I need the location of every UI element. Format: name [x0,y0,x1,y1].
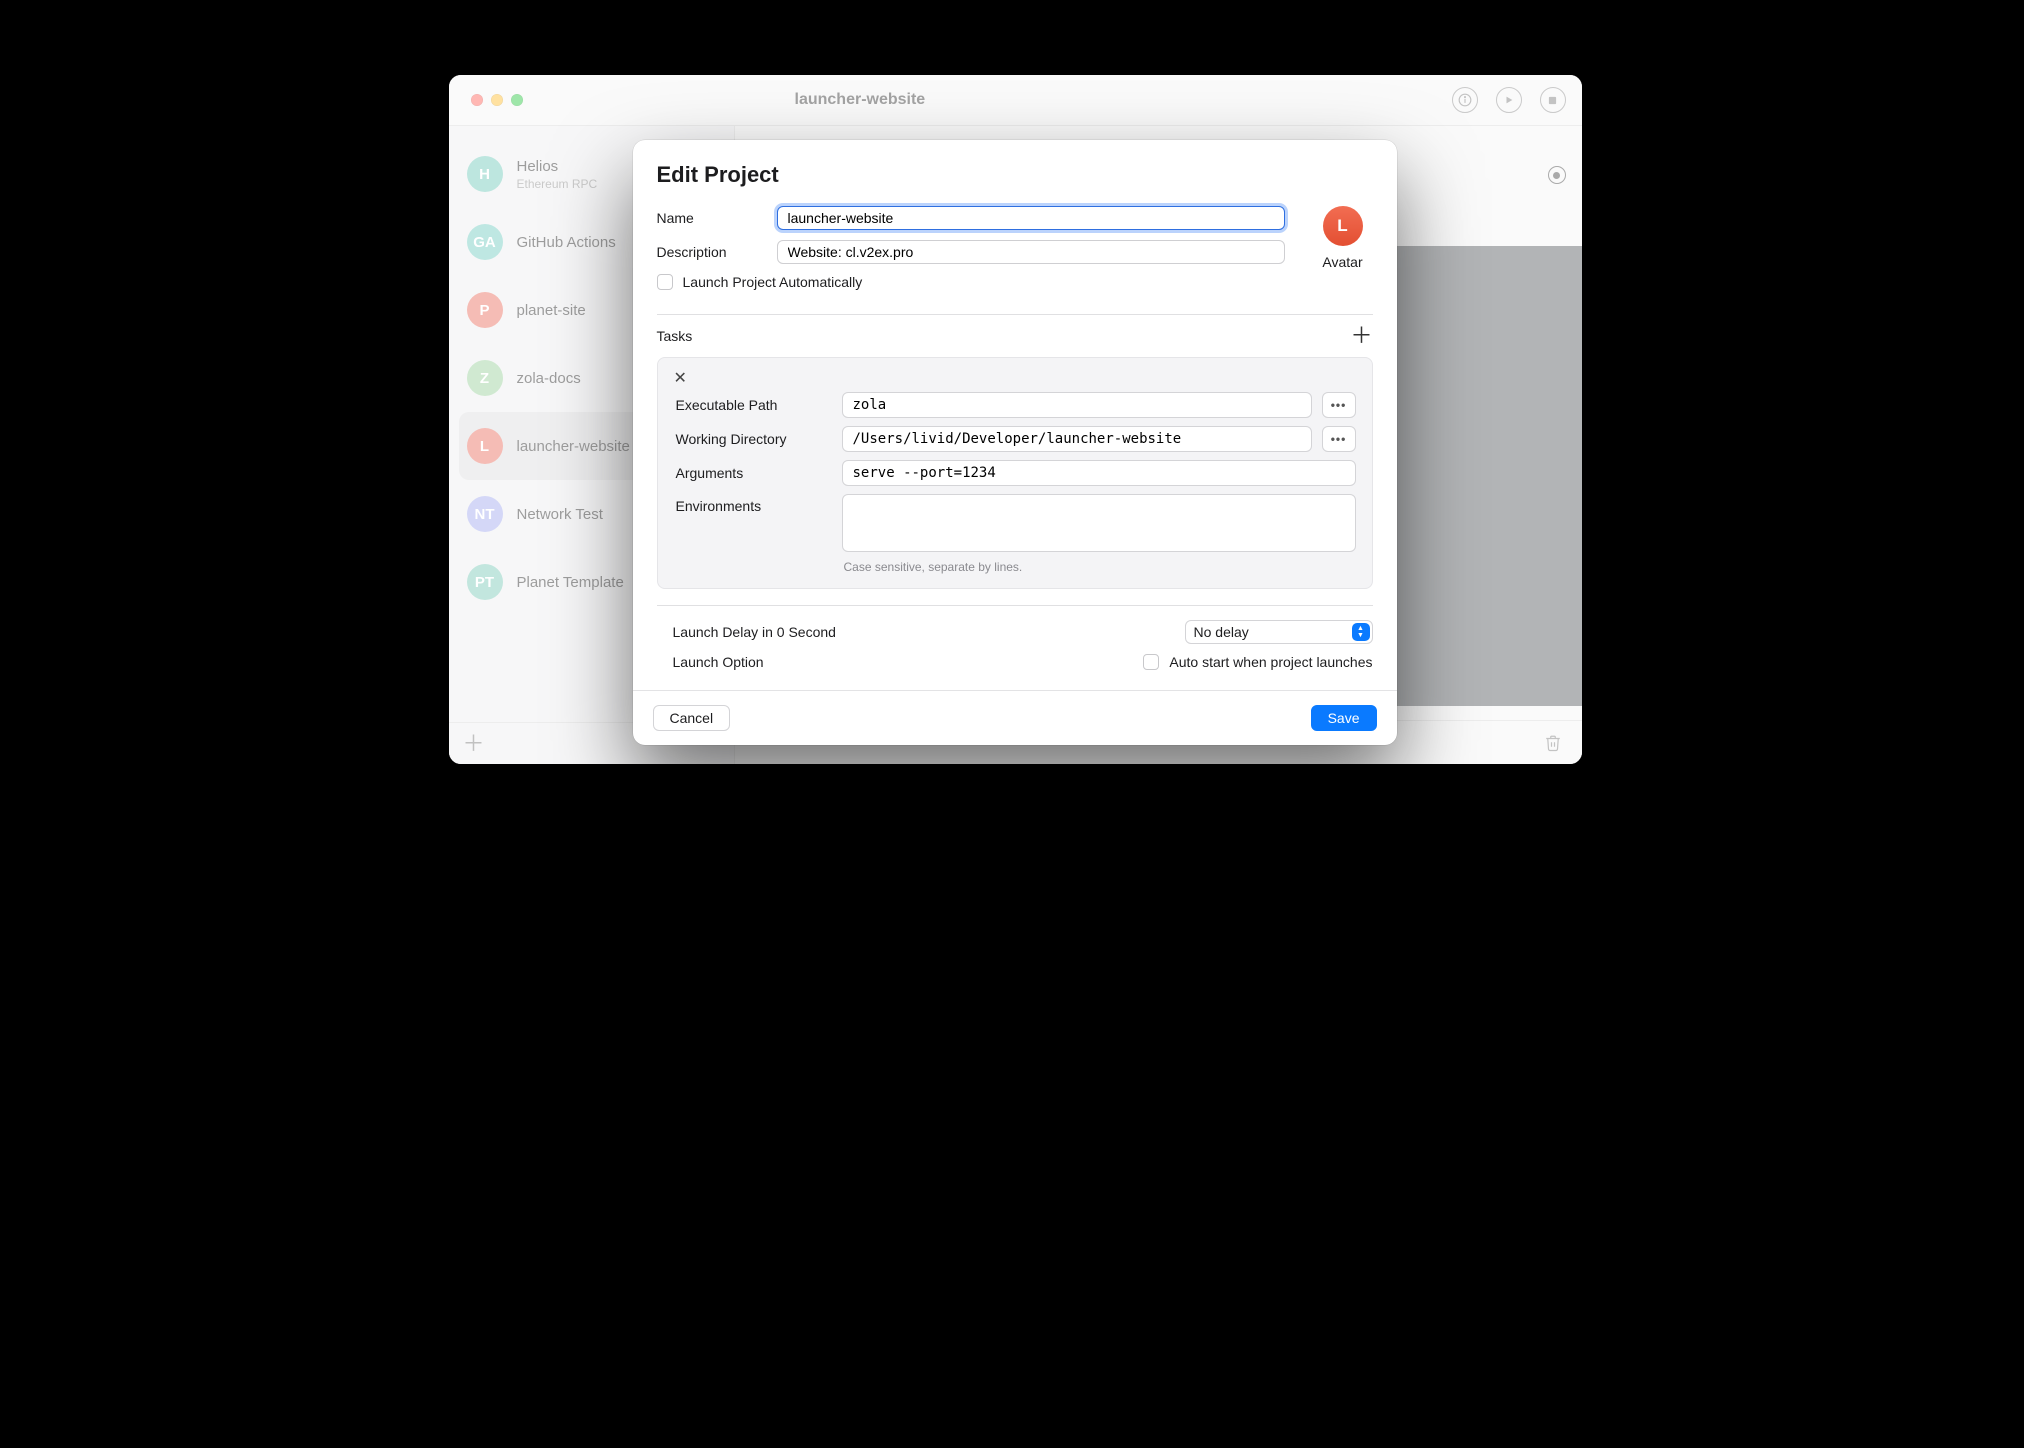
description-input[interactable] [777,240,1285,264]
running-status-icon [1548,166,1566,184]
arguments-label: Arguments [674,465,832,481]
save-button[interactable]: Save [1311,705,1377,731]
project-avatar: NT [467,496,503,532]
environments-hint: Case sensitive, separate by lines. [844,560,1356,574]
play-icon[interactable] [1496,87,1522,113]
project-avatar: L [467,428,503,464]
launch-option-label: Launch Option [673,654,764,670]
name-input[interactable] [777,206,1285,230]
avatar[interactable]: L [1323,206,1363,246]
remove-task-icon[interactable]: ✕ [674,368,687,388]
window-title: launcher-website [795,91,926,109]
autostart-label: Auto start when project launches [1169,654,1372,670]
trash-icon[interactable] [1544,733,1562,753]
project-avatar: H [467,156,503,192]
launch-delay-select[interactable]: No delay ▲▼ [1185,620,1373,644]
project-name: Planet Template [517,574,624,591]
project-avatar: PT [467,564,503,600]
auto-launch-checkbox[interactable] [657,274,673,290]
auto-launch-label: Launch Project Automatically [683,274,863,290]
edit-project-modal: Edit Project Name Description Launch Pro… [633,140,1397,745]
stop-hollow-icon[interactable] [1540,87,1566,113]
project-name: Network Test [517,506,603,523]
project-name: planet-site [517,302,586,319]
executable-path-input[interactable] [842,392,1312,418]
project-avatar: P [467,292,503,328]
project-avatar: GA [467,224,503,260]
window-zoom-icon[interactable] [511,94,523,106]
launch-delay-label: Launch Delay in 0 Second [673,624,836,640]
project-name: launcher-website [517,438,630,455]
traffic-lights [471,94,523,106]
window-close-icon[interactable] [471,94,483,106]
environments-label: Environments [674,494,832,514]
select-stepper-icon: ▲▼ [1352,623,1370,641]
add-task-icon[interactable]: ＋ [1350,325,1372,347]
titlebar: launcher-website [449,75,1582,126]
project-name: zola-docs [517,370,581,387]
project-name: Helios [517,158,598,175]
working-directory-label: Working Directory [674,431,832,447]
description-label: Description [657,244,777,260]
autostart-checkbox[interactable] [1143,654,1159,670]
exe-browse-button[interactable]: ••• [1322,392,1356,418]
project-subtitle: Ethereum RPC [517,177,598,191]
executable-path-label: Executable Path [674,397,832,413]
project-name: GitHub Actions [517,234,616,251]
task-card: ✕ Executable Path ••• Working Directory … [657,357,1373,589]
cancel-button[interactable]: Cancel [653,705,731,731]
add-project-icon[interactable]: ＋ [463,733,485,755]
project-avatar: Z [467,360,503,396]
environments-input[interactable] [842,494,1356,552]
arguments-input[interactable] [842,460,1356,486]
window-minimize-icon[interactable] [491,94,503,106]
wd-browse-button[interactable]: ••• [1322,426,1356,452]
modal-title: Edit Project [657,162,1373,188]
name-label: Name [657,210,777,226]
tasks-label: Tasks [657,328,693,344]
working-directory-input[interactable] [842,426,1312,452]
avatar-label: Avatar [1322,254,1362,270]
launch-delay-value: No delay [1194,624,1249,640]
info-icon[interactable] [1452,87,1478,113]
